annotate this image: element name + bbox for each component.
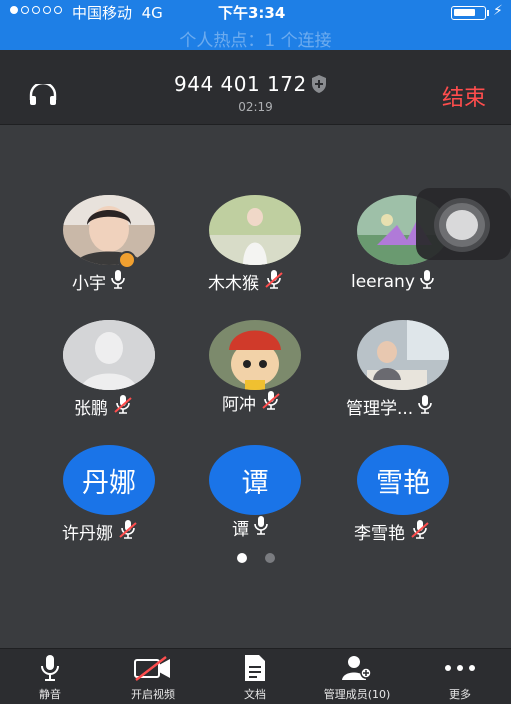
participant-name-row: 谭 xyxy=(232,515,268,540)
bottom-toolbar: 静音 开启视频 文档 管理成员(10) 更多 xyxy=(0,648,511,704)
default-avatar-icon xyxy=(63,320,155,390)
microphone-muted-icon xyxy=(261,390,281,415)
call-duration: 02:19 xyxy=(238,100,273,114)
participant-name: 小宇 xyxy=(72,274,106,294)
participant-tile[interactable]: 丹娜 许丹娜 xyxy=(46,445,196,565)
participant-tile[interactable]: 小宇 xyxy=(46,195,196,315)
participant-name-row: 李雪艳 xyxy=(354,519,430,544)
participant-name-row: 许丹娜 xyxy=(62,519,138,544)
participant-tile[interactable]: 阿冲 xyxy=(192,320,342,440)
microphone-muted-icon xyxy=(113,394,133,419)
members-label: 管理成员(10) xyxy=(323,688,391,701)
microphone-icon xyxy=(254,515,268,540)
page-dot-1[interactable] xyxy=(237,553,247,563)
participant-name-row: 张鹏 xyxy=(74,394,133,419)
participant-name-row: 阿冲 xyxy=(222,390,281,415)
battery-tip xyxy=(487,10,489,16)
participant-name: 许丹娜 xyxy=(62,524,113,544)
participant-name: 李雪艳 xyxy=(354,524,405,544)
more-icon xyxy=(410,654,510,682)
participant-tile[interactable]: 谭 谭 xyxy=(192,445,342,565)
participant-tile[interactable]: 木木猴 xyxy=(192,195,342,315)
text-avatar: 丹娜 xyxy=(63,445,155,515)
avatar xyxy=(209,320,301,390)
microphone-muted-icon xyxy=(264,269,284,294)
status-bar: 中国移动 4G 下午3:34 ⚡ 个人热点：1 个连接 xyxy=(0,0,511,51)
signal-strength-icon xyxy=(10,6,62,14)
video-label: 开启视频 xyxy=(131,688,175,701)
avatar xyxy=(209,195,301,265)
more-label: 更多 xyxy=(449,688,471,701)
host-badge-icon xyxy=(118,251,136,269)
participant-name: 阿冲 xyxy=(222,395,256,415)
participant-name-row: 小宇 xyxy=(72,269,125,294)
participant-name: 谭 xyxy=(232,520,249,540)
microphone-muted-icon xyxy=(118,519,138,544)
text-avatar: 谭 xyxy=(209,445,301,515)
documents-button[interactable]: 文档 xyxy=(205,649,305,704)
microphone-icon xyxy=(111,269,125,294)
microphone-icon xyxy=(418,394,433,419)
participant-tile[interactable]: 雪艳 李雪艳 xyxy=(340,445,490,565)
avatar xyxy=(357,320,449,390)
meeting-id: 944 401 172 xyxy=(174,72,307,96)
carrier-label: 中国移动 4G xyxy=(72,4,163,22)
status-time: 下午3:34 xyxy=(218,4,286,22)
more-button[interactable]: 更多 xyxy=(410,649,510,704)
start-video-button[interactable]: 开启视频 xyxy=(103,649,203,704)
page-dot-2[interactable] xyxy=(265,553,275,563)
participant-tile[interactable]: 管理学... xyxy=(340,320,490,440)
charging-icon: ⚡ xyxy=(493,3,503,19)
participant-name-row: leerany xyxy=(351,269,434,294)
mute-button[interactable]: 静音 xyxy=(0,649,100,704)
end-call-button[interactable]: 结束 xyxy=(442,80,486,112)
documents-label: 文档 xyxy=(244,688,266,701)
participant-name: 张鹏 xyxy=(74,399,108,419)
microphone-icon xyxy=(420,269,434,294)
microphone-icon xyxy=(0,654,100,682)
participant-name-row: 管理学... xyxy=(346,394,433,419)
avatar xyxy=(63,195,155,265)
manage-members-button[interactable]: 管理成员(10) xyxy=(307,649,407,704)
text-avatar: 雪艳 xyxy=(357,445,449,515)
assistive-touch-button[interactable] xyxy=(416,188,511,260)
members-icon xyxy=(307,654,407,682)
participant-name: 管理学... xyxy=(346,399,414,419)
participant-tile[interactable]: 张鹏 xyxy=(46,320,196,440)
page-indicator[interactable] xyxy=(237,553,275,563)
microphone-muted-icon xyxy=(410,519,430,544)
participant-name: leerany xyxy=(351,271,415,292)
document-icon xyxy=(205,654,305,682)
mute-label: 静音 xyxy=(39,688,61,701)
hotspot-banner[interactable]: 个人热点：1 个连接 xyxy=(0,26,511,51)
participant-name-row: 木木猴 xyxy=(208,269,284,294)
shield-icon[interactable] xyxy=(310,74,328,98)
video-off-icon xyxy=(103,654,203,682)
battery-icon xyxy=(451,6,486,20)
participant-name: 木木猴 xyxy=(208,274,259,294)
